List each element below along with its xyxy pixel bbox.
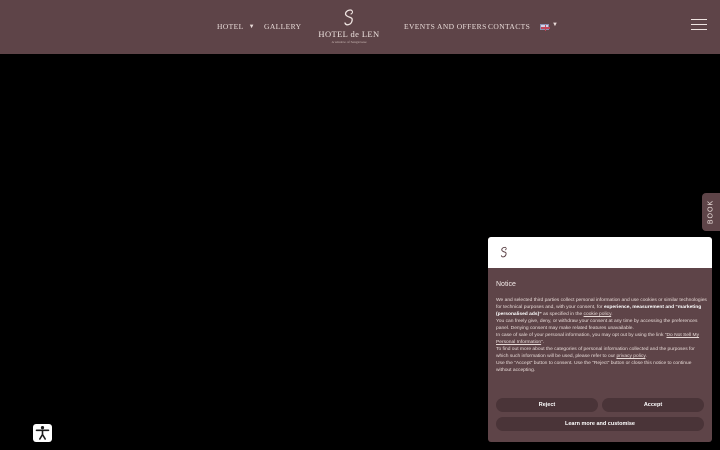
language-chevron-down-icon[interactable]: ▼ [552, 22, 558, 28]
nav-hotel-label: HOTEL [217, 22, 244, 31]
nav-gallery[interactable]: GALLERY [264, 22, 301, 31]
chevron-down-icon: ▼ [248, 24, 255, 30]
learn-more-button[interactable]: Learn more and customise [496, 417, 704, 431]
hamburger-icon-line [691, 29, 707, 31]
cookie-notice-title: Notice [496, 281, 516, 288]
cookie-text: . [645, 354, 647, 359]
logo-title: HOTEL de LEN [318, 29, 380, 39]
hamburger-icon [691, 19, 707, 21]
nav-contacts[interactable]: CONTACTS [488, 22, 530, 31]
cookie-paragraph-3: In case of sale of your personal informa… [496, 332, 708, 346]
book-tab-label: BOOK [707, 199, 715, 225]
logo-subtitle: A window of Sangiovese [331, 40, 367, 44]
cookie-paragraph-1: We and selected third parties collect pe… [496, 297, 708, 318]
reject-button[interactable]: Reject [496, 398, 598, 412]
cookie-notice-header [488, 237, 712, 268]
hamburger-icon-line [691, 24, 707, 26]
cookie-paragraph-4: To find out more about the categories of… [496, 346, 708, 360]
cookie-text: as specified in the [541, 312, 584, 317]
cookie-notice-panel: Notice We and selected third parties col… [488, 237, 712, 442]
cookie-text: To find out more about the categories of… [496, 347, 695, 359]
hotel-logo[interactable]: HOTEL de LEN A window of Sangiovese [318, 8, 380, 48]
accept-button[interactable]: Accept [602, 398, 704, 412]
cookie-logo-swirl-icon [500, 246, 507, 258]
privacy-policy-link[interactable]: privacy policy [616, 354, 645, 359]
cookie-notice-text: We and selected third parties collect pe… [496, 297, 708, 374]
cookie-policy-link[interactable]: cookie policy [584, 312, 612, 317]
logo-swirl-icon [344, 9, 353, 26]
cookie-text: In case of sale of your personal informa… [496, 333, 667, 338]
nav-events-and-offers[interactable]: EVENTS AND OFFERS [404, 22, 487, 31]
cookie-text: ”. [541, 340, 545, 345]
cookie-paragraph-2: You can freely give, deny, or withdraw y… [496, 319, 698, 331]
site-header: HOTEL ▼ GALLERY HOTEL de LEN A window of … [0, 0, 720, 54]
uk-flag-icon[interactable] [540, 24, 550, 31]
cookie-paragraph-5: Use the “Accept” button to consent. Use … [496, 361, 692, 373]
accessibility-person-icon [35, 426, 50, 440]
accessibility-button[interactable] [33, 424, 52, 442]
book-tab-button[interactable]: BOOK [702, 193, 720, 231]
cookie-text: . [611, 312, 613, 317]
hamburger-menu-button[interactable] [691, 19, 707, 31]
nav-hotel[interactable]: HOTEL ▼ [217, 22, 255, 31]
